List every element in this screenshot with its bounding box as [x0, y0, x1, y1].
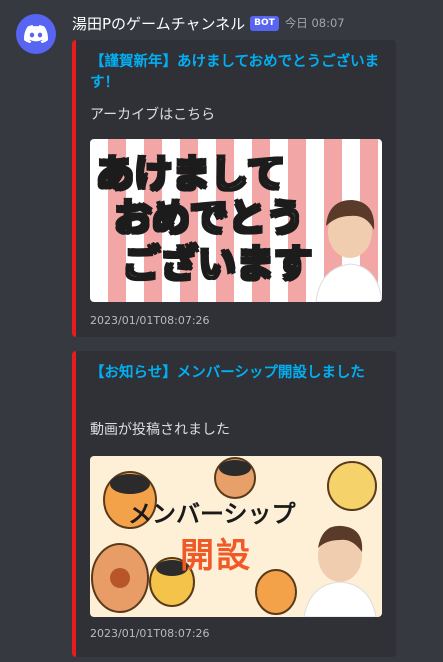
embed-card: 【謹賀新年】あけましておめでとうございます！ アーカイブはこちら あけまして お… [72, 40, 396, 337]
embed-title-link[interactable]: 【お知らせ】メンバーシップ開設しました [90, 363, 390, 384]
embed-title-link[interactable]: 【謹賀新年】あけましておめでとうございます！ [90, 52, 390, 94]
person-illustration [315, 200, 382, 302]
discord-logo-icon [24, 25, 48, 43]
embed-footer-timestamp: 2023/01/01T08:07:26 [90, 627, 210, 640]
embed-thumbnail[interactable]: メンバーシップ 開設 [90, 456, 382, 617]
thumbnail-text-line: あけまして [95, 152, 286, 196]
thumbnail-text-line: ございます [121, 242, 313, 286]
bot-badge: BOT [250, 15, 279, 31]
embed-thumbnail[interactable]: あけまして おめでとう ございます [90, 139, 382, 302]
embed-card: 【お知らせ】メンバーシップ開設しました 動画が投稿されました メンバーシップ 開… [72, 351, 396, 657]
embed-footer-timestamp: 2023/01/01T08:07:26 [90, 314, 210, 327]
embed-description: アーカイブはこちら [90, 107, 216, 123]
thumbnail-text-line: メンバーシップ [128, 500, 296, 528]
author-name[interactable]: 湯田Pのゲームチャンネル [72, 13, 245, 34]
thumbnail-text-line: 開設 [180, 536, 252, 576]
thumbnail-text-line: おめでとう [113, 196, 305, 240]
author-avatar[interactable] [16, 14, 56, 54]
message-header: 湯田Pのゲームチャンネル BOT 今日 08:07 [72, 12, 345, 34]
embed-description: 動画が投稿されました [90, 422, 230, 438]
message-timestamp[interactable]: 今日 08:07 [285, 15, 345, 31]
